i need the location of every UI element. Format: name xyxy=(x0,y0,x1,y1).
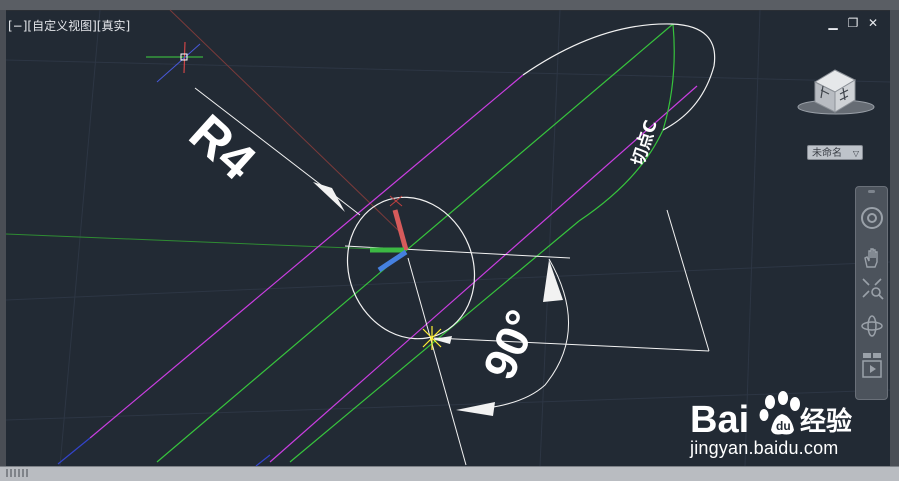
watermark-url: jingyan.baidu.com xyxy=(690,438,839,458)
viewcube-icon[interactable] xyxy=(793,64,879,120)
steering-wheel-icon[interactable] xyxy=(859,203,884,233)
paw-icon: du xyxy=(759,391,800,435)
close-button[interactable]: ✕ xyxy=(866,16,880,30)
orbit-icon[interactable] xyxy=(859,311,884,341)
crosshair-cursor-icon xyxy=(146,41,203,83)
restore-button[interactable]: ❐ xyxy=(846,16,860,30)
svg-text:du: du xyxy=(776,419,791,433)
magenta-lines xyxy=(89,74,698,463)
dimension-arrows xyxy=(313,182,563,416)
viewport-view-label[interactable]: [−][自定义视图][真实] xyxy=(8,17,130,34)
chevron-down-icon: ▽ xyxy=(852,149,859,158)
pan-hand-icon[interactable] xyxy=(859,243,884,273)
ucs-name-dropdown[interactable]: 未命名 ▽ xyxy=(807,145,863,160)
watermark-brand-suffix: 经验 xyxy=(800,406,852,437)
showmotion-icon[interactable] xyxy=(859,351,884,381)
zoom-extents-icon[interactable] xyxy=(859,273,884,303)
navbar-grip[interactable] xyxy=(868,190,875,193)
watermark-brand: Bai xyxy=(690,399,749,441)
ucs-gizmo-icon[interactable] xyxy=(370,195,409,273)
scrollbar-grip[interactable] xyxy=(6,469,28,477)
radius-label: R4 xyxy=(178,104,266,192)
ucs-name-label: 未命名 xyxy=(812,148,842,159)
angle-label: 90° xyxy=(473,302,549,387)
minimize-button[interactable]: ▁ xyxy=(826,16,840,30)
blue-line-ends xyxy=(57,437,271,466)
horizontal-scrollbar[interactable] xyxy=(0,466,899,481)
navigation-bar xyxy=(855,186,888,400)
dimension-lines xyxy=(194,87,710,466)
